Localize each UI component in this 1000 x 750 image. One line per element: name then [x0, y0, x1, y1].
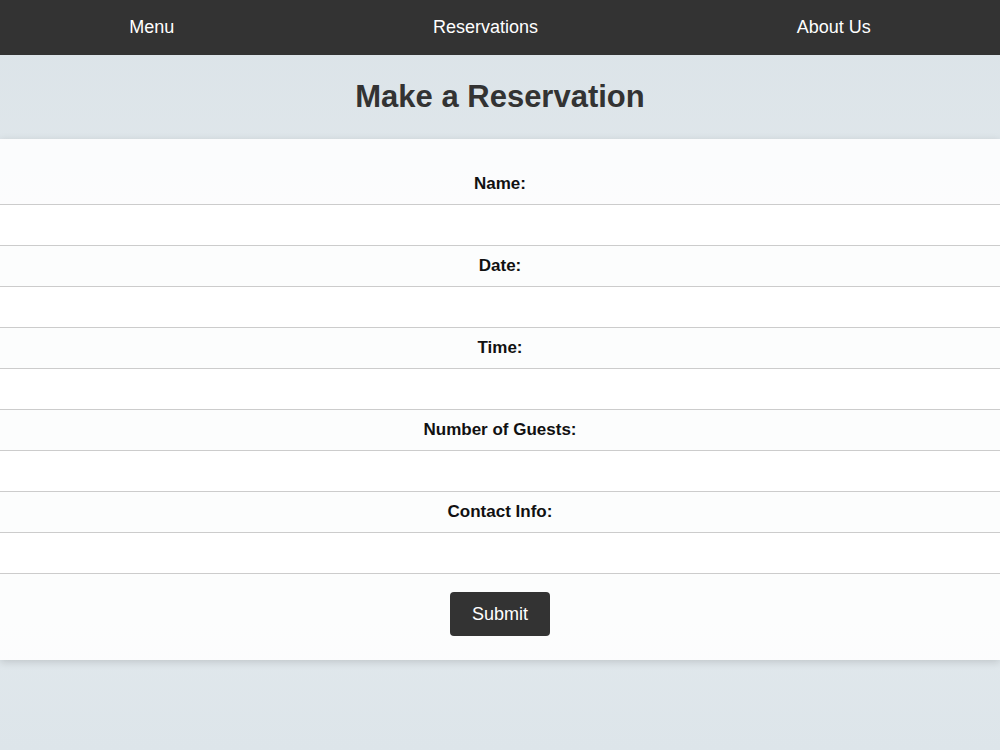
nav-link[interactable]: About Us — [785, 9, 883, 46]
nav-link[interactable]: Reservations — [421, 9, 550, 46]
form-actions: Submit — [0, 574, 1000, 636]
form-field: Contact Info: — [0, 492, 1000, 574]
field-label: Contact Info: — [0, 492, 1000, 532]
reservation-page: Menu Reservations About Us Make a Reservati… — [0, 0, 1000, 750]
submit-button[interactable]: Submit — [450, 592, 550, 636]
field-label: Time: — [0, 328, 1000, 368]
background-photo: Make a Reservation Name: Date: Time: Number … — [0, 55, 1000, 750]
reservation-form: Name: Date: Time: Number of Guests: Contact … — [0, 139, 1000, 660]
text-input[interactable] — [0, 532, 1000, 574]
form-field: Time: — [0, 328, 1000, 410]
field-label: Number of Guests: — [0, 410, 1000, 450]
form-field: Name: — [0, 164, 1000, 246]
text-input[interactable] — [0, 368, 1000, 410]
nav-link[interactable]: Menu — [117, 9, 186, 46]
field-label: Date: — [0, 246, 1000, 286]
form-field: Number of Guests: — [0, 410, 1000, 492]
form-field: Date: — [0, 246, 1000, 328]
text-input[interactable] — [0, 450, 1000, 492]
page-title: Make a Reservation — [0, 55, 1000, 139]
nav-bar: Menu Reservations About Us — [0, 0, 1000, 55]
field-label: Name: — [0, 164, 1000, 204]
text-input[interactable] — [0, 204, 1000, 246]
text-input[interactable] — [0, 286, 1000, 328]
